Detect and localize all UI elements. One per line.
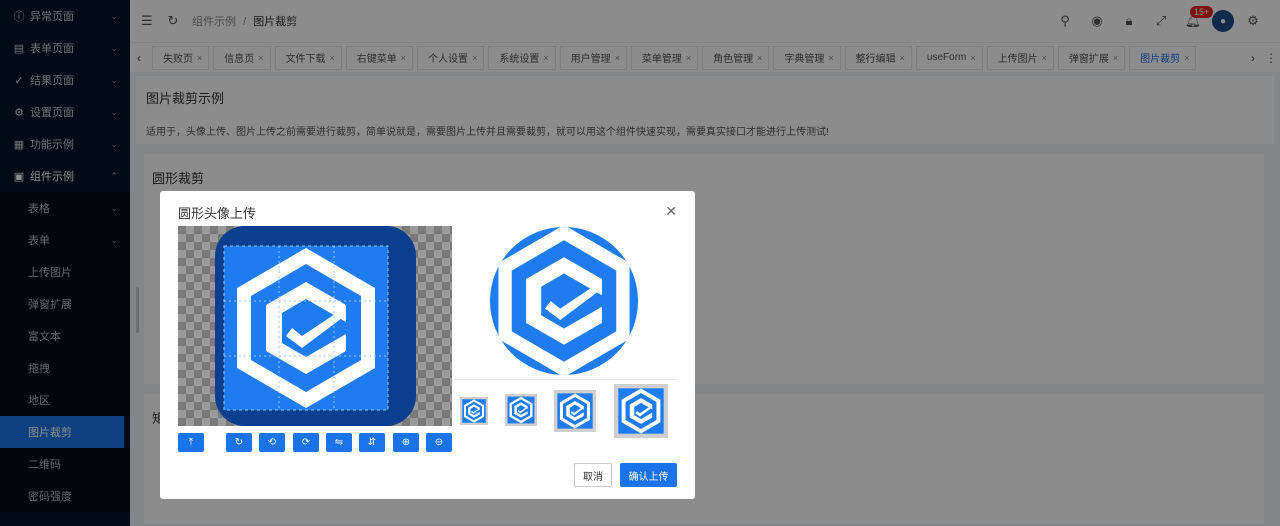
zoom-out-icon[interactable]: ⊖: [426, 433, 452, 452]
logo-image: [215, 226, 416, 426]
zoom-in-icon[interactable]: ⊕: [393, 433, 419, 452]
flip-vertical-icon[interactable]: ⇵: [359, 433, 385, 452]
crop-toolbar: ⤒ ↻ ⟲ ⟳ ⇋ ⇵ ⊕ ⊖: [178, 433, 452, 453]
cancel-button[interactable]: 取消: [574, 463, 612, 487]
confirm-upload-button[interactable]: 确认上传: [620, 463, 677, 487]
crop-canvas[interactable]: [178, 226, 452, 426]
flip-horizontal-icon[interactable]: ⇋: [326, 433, 352, 452]
preview-thumb-sm: [505, 394, 537, 426]
preview-thumb-lg: [614, 384, 668, 438]
close-icon[interactable]: ✕: [665, 203, 677, 220]
rotate-left-icon[interactable]: ⟲: [259, 433, 285, 452]
preview-thumb-md: [554, 390, 596, 432]
preview-divider: [454, 379, 676, 380]
rotate-right-icon[interactable]: ⟳: [293, 433, 319, 452]
circle-preview: [490, 227, 638, 375]
modal-title: 圆形头像上传: [178, 206, 257, 221]
crop-modal: 圆形头像上传 ✕ ⤒ ↻ ⟲ ⟳ ⇋ ⇵ ⊕ ⊖ 取消 确认上传: [160, 191, 695, 499]
upload-icon[interactable]: ⤒: [178, 433, 204, 452]
reset-icon[interactable]: ↻: [226, 433, 252, 452]
preview-thumb-xs: [460, 397, 488, 425]
